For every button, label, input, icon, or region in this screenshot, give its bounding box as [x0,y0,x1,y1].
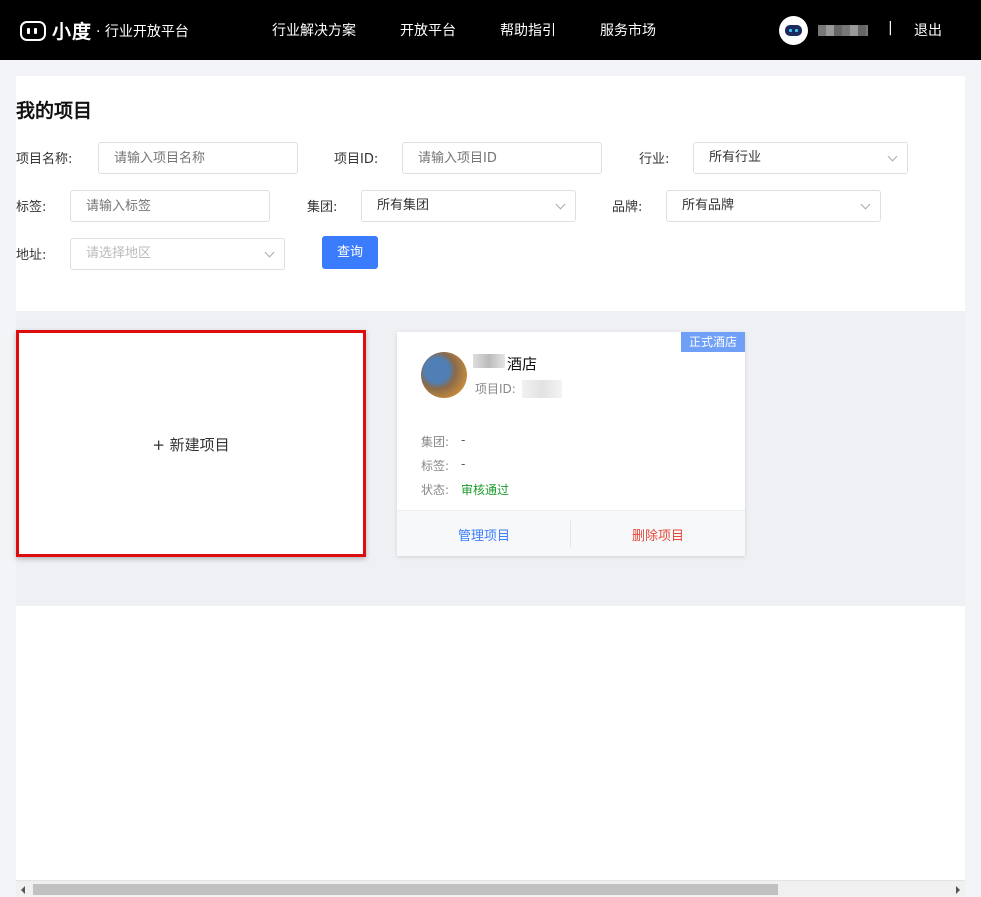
tag-label: 标签: [16,200,47,215]
brand-select[interactable]: 所有品牌 [666,190,881,222]
industry-select[interactable]: 所有行业 [693,142,908,174]
project-name: 酒店 [507,355,538,373]
group-meta-label: 集团: [421,435,450,449]
scroll-left-icon[interactable] [21,886,25,894]
group-select[interactable]: 所有集团 [361,190,576,222]
address-label: 地址: [16,248,47,263]
new-project-card[interactable]: + 新建项目 [16,330,366,557]
username-redacted [818,25,868,36]
logout-link[interactable]: 退出 [914,20,942,40]
top-nav-bar: 小度 · 行业开放平台 行业解决方案 开放平台 帮助指引 服务市场 | 退出 [0,0,981,60]
manage-project-button[interactable]: 管理项目 [397,525,571,544]
new-project-label: + 新建项目 [152,436,230,454]
tag-meta-label: 标签: [421,459,450,473]
status-meta-value: 审核通过 [461,483,510,497]
logo-text: 小度 [52,21,93,43]
project-id-label: 项目ID: [475,382,516,396]
page-title: 我的项目 [16,100,93,122]
status-meta-label: 状态: [421,483,450,497]
chevron-down-icon [887,151,898,162]
nav-help-guide[interactable]: 帮助指引 [500,20,556,40]
project-card-footer: 管理项目 删除项目 [397,510,745,556]
logo[interactable]: 小度 · 行业开放平台 [20,17,189,44]
brand-label: 品牌: [612,200,643,215]
group-select-value: 所有集团 [377,198,430,213]
tag-input[interactable] [70,190,270,222]
nav-industry-solutions[interactable]: 行业解决方案 [272,20,356,40]
project-name-redacted [473,354,505,368]
address-select[interactable]: 请选择地区 [70,238,285,270]
group-meta-value: - [461,433,466,447]
chevron-down-icon [555,199,566,210]
project-id-label: 项目ID: [334,152,379,167]
project-id-redacted [522,380,562,398]
project-thumbnail [421,352,467,398]
tag-meta-value: - [461,457,466,471]
delete-project-button[interactable]: 删除项目 [571,525,745,544]
industry-label: 行业: [639,152,670,167]
nav-service-market[interactable]: 服务市场 [600,20,656,40]
project-name-input[interactable] [98,142,298,174]
user-avatar[interactable] [779,16,808,45]
chevron-down-icon [264,247,275,258]
group-label: 集团: [307,200,338,215]
nav-separator: | [888,20,893,36]
scroll-right-icon[interactable] [956,886,960,894]
project-name-label: 项目名称: [16,152,73,167]
brand-select-value: 所有品牌 [682,198,735,213]
chevron-down-icon [860,199,871,210]
scrollbar-thumb[interactable] [33,884,778,895]
page-lower-area [16,606,965,882]
logo-subtitle: · 行业开放平台 [96,23,189,40]
industry-select-value: 所有行业 [709,150,762,165]
avatar-eye-icon [795,29,798,32]
xiaodu-logo-icon [20,20,46,41]
address-select-placeholder: 请选择地区 [86,246,152,261]
status-badge: 正式酒店 [680,332,745,352]
project-id-input[interactable] [402,142,602,174]
horizontal-scrollbar[interactable] [16,880,965,897]
avatar-eye-icon [789,29,792,32]
query-button[interactable]: 查询 [322,236,378,269]
project-card: 正式酒店 酒店 项目ID: 集团: - 标签: - 状态: 审核通过 管理项目 … [397,332,745,556]
nav-open-platform[interactable]: 开放平台 [400,20,456,40]
